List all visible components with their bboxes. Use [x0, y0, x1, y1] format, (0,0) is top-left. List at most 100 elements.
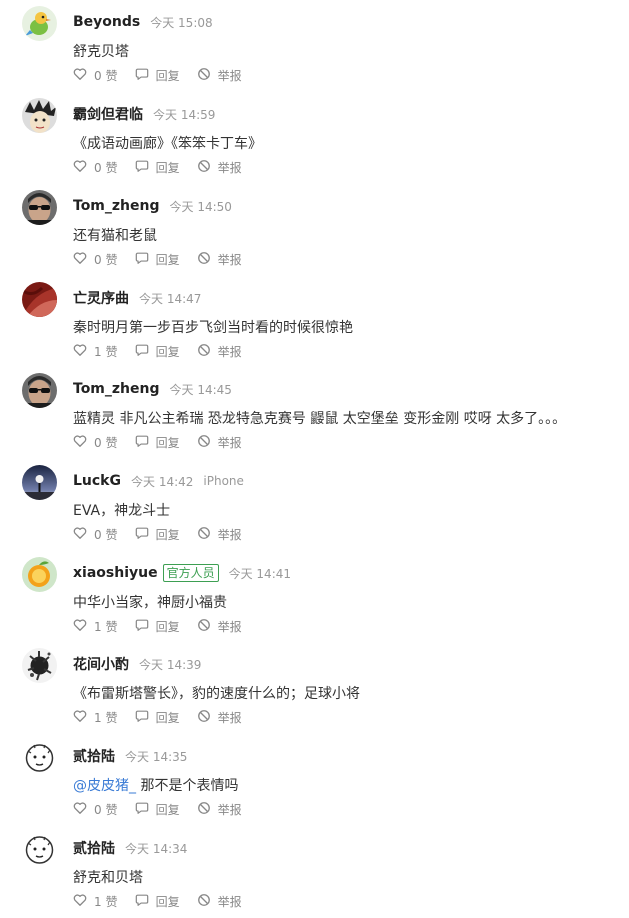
username[interactable]: 花间小酌 [73, 654, 129, 674]
reply-button[interactable]: 回复 [135, 893, 180, 910]
username[interactable]: 亡灵序曲 [73, 288, 129, 308]
username[interactable]: Beyonds [73, 14, 140, 30]
reply-button[interactable]: 回复 [135, 526, 180, 543]
timestamp: 今天 14:45 [169, 382, 232, 397]
report-button[interactable]: 举报 [197, 67, 242, 84]
username[interactable]: Tom_zheng [73, 198, 160, 214]
like-count: 1 [94, 344, 102, 359]
comment-actions: 1 赞 回复 举报 [73, 893, 259, 910]
avatar[interactable] [22, 98, 57, 133]
comment-text-body: 舒克贝塔 [73, 44, 129, 60]
reply-label: 回复 [155, 528, 180, 542]
avatar[interactable] [22, 557, 57, 592]
report-button[interactable]: 举报 [197, 801, 242, 818]
username[interactable]: 贰拾陆 [73, 746, 115, 766]
like-button[interactable]: 0赞 [73, 801, 118, 818]
username[interactable]: LuckG [73, 473, 121, 489]
speech-bubble-icon [135, 801, 156, 818]
comment-item: 亡灵序曲 今天 14:47 秦时明月第一步百步飞剑当时看的时候很惊艳 1 赞 回复 举报 [0, 276, 629, 368]
avatar[interactable] [22, 740, 57, 775]
username[interactable]: Tom_zheng [73, 381, 160, 397]
report-button[interactable]: 举报 [197, 434, 242, 451]
reply-button[interactable]: 回复 [135, 67, 180, 84]
reply-button[interactable]: 回复 [135, 343, 180, 360]
username[interactable]: xiaoshiyue [73, 565, 158, 581]
heart-icon [73, 159, 94, 176]
ban-icon [197, 709, 218, 726]
like-button[interactable]: 0赞 [73, 434, 118, 451]
avatar[interactable] [22, 465, 57, 500]
heart-icon [73, 251, 94, 268]
avatar[interactable] [22, 282, 57, 317]
comment-item: Tom_zheng 今天 14:45 蓝精灵 非凡公主希瑞 恐龙特急克赛号 鼹鼠 太… [0, 367, 629, 459]
report-button[interactable]: 举报 [197, 343, 242, 360]
comment-header: 霸剑但君临 今天 14:59 [73, 103, 215, 125]
reply-label: 回复 [155, 803, 180, 817]
mention-link[interactable]: @皮皮猪_ [73, 778, 136, 794]
report-button[interactable]: 举报 [197, 709, 242, 726]
reply-button[interactable]: 回复 [135, 801, 180, 818]
timestamp: 今天 14:47 [139, 291, 202, 306]
report-button[interactable]: 举报 [197, 251, 242, 268]
comment-header: 贰拾陆 今天 14:34 [73, 837, 187, 859]
like-count: 1 [94, 710, 102, 725]
report-label: 举报 [217, 69, 242, 83]
report-button[interactable]: 举报 [197, 159, 242, 176]
comment-text: 秦时明月第一步百步飞剑当时看的时候很惊艳 [73, 317, 353, 337]
ban-icon [197, 159, 218, 176]
speech-bubble-icon [135, 526, 156, 543]
like-button[interactable]: 0赞 [73, 251, 118, 268]
heart-icon [73, 343, 94, 360]
comment-list: Beyonds 今天 15:08 舒克贝塔 0 赞回复 举报 霸剑但君临 今天 14:59 《成… [0, 0, 629, 910]
avatar[interactable] [22, 648, 57, 683]
reply-label: 回复 [155, 711, 180, 725]
like-button[interactable]: 0赞 [73, 159, 118, 176]
reply-button[interactable]: 回复 [135, 251, 180, 268]
report-label: 举报 [217, 528, 242, 542]
comment-text: 还有猫和老鼠 [73, 225, 157, 245]
like-button[interactable]: 1赞 [73, 618, 118, 635]
report-label: 举报 [217, 711, 242, 725]
like-label: 赞 [105, 436, 118, 450]
timestamp: 今天 14:34 [125, 841, 188, 856]
like-label: 赞 [105, 895, 118, 909]
comment-header: 亡灵序曲 今天 14:47 [73, 287, 201, 309]
reply-label: 回复 [155, 69, 180, 83]
username[interactable]: 贰拾陆 [73, 838, 115, 858]
like-label: 赞 [105, 528, 118, 542]
like-button[interactable]: 1赞 [73, 893, 118, 910]
report-button[interactable]: 举报 [197, 526, 242, 543]
avatar[interactable] [22, 6, 57, 41]
like-button[interactable]: 0赞 [73, 526, 118, 543]
like-count: 0 [94, 435, 102, 450]
avatar[interactable] [22, 373, 57, 408]
report-button[interactable]: 举报 [197, 618, 242, 635]
ban-icon [197, 343, 218, 360]
like-count: 0 [94, 802, 102, 817]
reply-label: 回复 [155, 620, 180, 634]
comment-text: EVA，神龙斗士 [73, 500, 170, 520]
avatar[interactable] [22, 832, 57, 867]
like-count: 1 [94, 894, 102, 909]
timestamp: 今天 14:41 [228, 566, 292, 581]
ban-icon [197, 434, 218, 451]
heart-icon [73, 801, 94, 818]
comment-actions: 1 赞 回复 举报 [73, 618, 259, 635]
comment-text-body: 中华小当家，神厨小福贵 [73, 595, 227, 611]
reply-button[interactable]: 回复 [135, 434, 180, 451]
reply-button[interactable]: 回复 [135, 709, 180, 726]
reply-button[interactable]: 回复 [135, 618, 180, 635]
like-button[interactable]: 1赞 [73, 343, 118, 360]
like-button[interactable]: 0赞 [73, 67, 118, 84]
report-label: 举报 [217, 161, 242, 175]
report-button[interactable]: 举报 [197, 893, 242, 910]
like-count: 0 [94, 160, 102, 175]
heart-icon [73, 67, 94, 84]
like-button[interactable]: 1赞 [73, 709, 118, 726]
reply-button[interactable]: 回复 [135, 159, 180, 176]
comment-header: Beyonds 今天 15:08 [73, 11, 213, 33]
username[interactable]: 霸剑但君临 [73, 104, 143, 124]
avatar[interactable] [22, 190, 57, 225]
comment-actions: 0 赞 回复 举报 [73, 251, 259, 268]
like-count: 0 [94, 68, 102, 83]
